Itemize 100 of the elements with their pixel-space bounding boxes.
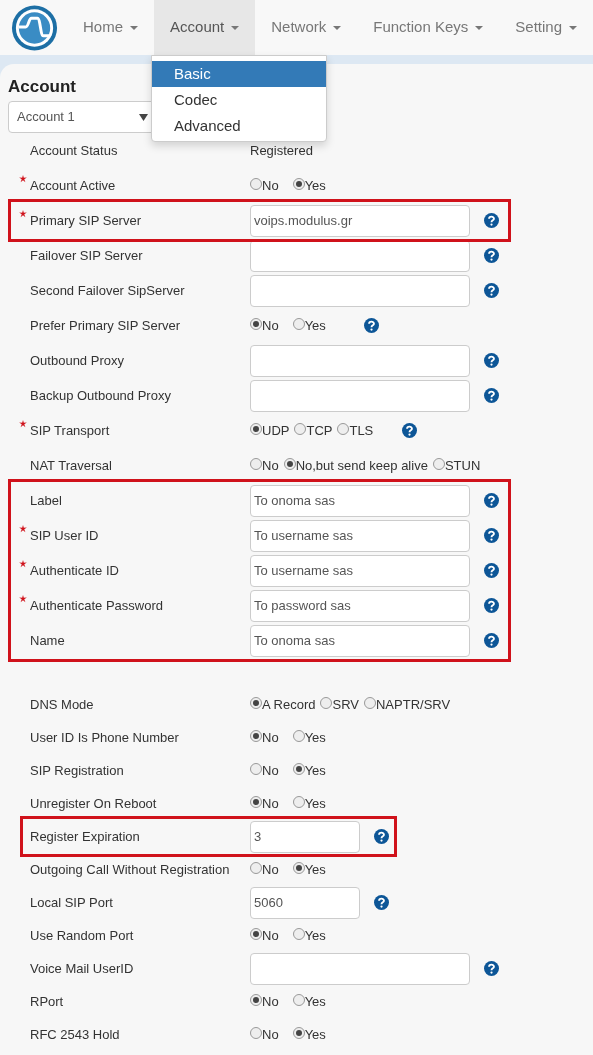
option-label[interactable]: Yes	[304, 859, 326, 880]
field-label: RFC 2543 Hold	[30, 1025, 121, 1044]
help-icon[interactable]	[374, 829, 389, 844]
radio-button[interactable]	[250, 795, 262, 808]
radio-button[interactable]	[292, 177, 305, 190]
radio-button[interactable]	[250, 927, 262, 940]
input-field[interactable]: To username sas	[250, 519, 470, 552]
input-field[interactable]	[250, 344, 470, 377]
option-label[interactable]: TCP	[306, 420, 333, 441]
radio-button[interactable]	[250, 457, 262, 470]
option-label[interactable]: A Record	[262, 694, 316, 715]
field-label: Account Active	[30, 176, 117, 195]
option-label[interactable]: No	[262, 455, 279, 476]
caret-icon	[569, 25, 577, 30]
option-label[interactable]: Yes	[304, 727, 326, 748]
radio-button[interactable]	[292, 729, 305, 742]
radio-button[interactable]	[250, 317, 262, 330]
help-icon[interactable]	[484, 353, 499, 368]
option-label[interactable]: NAPTR/SRV	[376, 694, 451, 715]
input-field[interactable]: To onoma sas	[250, 624, 470, 657]
option-label[interactable]: No	[262, 1024, 279, 1045]
option-label[interactable]: Yes	[304, 760, 326, 781]
nav-menu-item[interactable]: Setting	[499, 0, 593, 55]
dropdown-item[interactable]: Basic	[152, 61, 326, 87]
radio-button[interactable]	[283, 457, 296, 470]
radio-button[interactable]	[292, 762, 305, 775]
input-field[interactable]	[250, 239, 470, 272]
input-field[interactable]	[250, 952, 470, 985]
radio-button[interactable]	[364, 696, 376, 709]
radio-button[interactable]	[250, 422, 262, 435]
radio-button[interactable]	[320, 696, 333, 709]
radio-button[interactable]	[292, 927, 305, 940]
option-label[interactable]: No	[262, 175, 279, 196]
help-icon[interactable]	[374, 895, 389, 910]
field-label: NAT Traversal	[30, 456, 113, 475]
option-label[interactable]: No	[262, 793, 279, 814]
help-icon[interactable]	[484, 493, 499, 508]
help-icon[interactable]	[484, 283, 499, 298]
radio-button[interactable]	[432, 457, 445, 470]
help-icon[interactable]	[363, 318, 379, 333]
radio-button[interactable]	[294, 422, 307, 435]
radio-button[interactable]	[292, 993, 305, 1006]
radio-button[interactable]	[250, 696, 262, 709]
input-field[interactable]: 3	[250, 820, 360, 853]
radio-button[interactable]	[337, 422, 350, 435]
option-label[interactable]: No	[262, 925, 279, 946]
radio-button[interactable]	[292, 861, 305, 874]
help-icon[interactable]	[484, 248, 499, 263]
help-icon[interactable]	[484, 598, 499, 613]
input-field[interactable]	[250, 274, 470, 307]
input-field[interactable]: voips.modulus.gr	[250, 204, 470, 237]
help-icon[interactable]	[484, 633, 499, 648]
input-field[interactable]: To onoma sas	[250, 484, 470, 517]
dropdown-item[interactable]: Codec	[152, 87, 326, 113]
nav-menu-item[interactable]: Account	[154, 0, 256, 55]
option-label[interactable]: SRV	[332, 694, 359, 715]
field-label: Authenticate ID	[30, 561, 120, 580]
status-value: Registered	[250, 141, 313, 160]
radio-button[interactable]	[292, 317, 305, 330]
option-label[interactable]: No,but send keep alive	[295, 455, 428, 476]
help-icon[interactable]	[484, 388, 499, 403]
field-label: SIP Transport	[30, 421, 111, 440]
option-label[interactable]: Yes	[304, 1024, 326, 1045]
option-label[interactable]: Yes	[304, 175, 326, 196]
radio-button[interactable]	[250, 1026, 262, 1039]
radio-button[interactable]	[250, 861, 262, 874]
dropdown-item[interactable]: Advanced	[152, 113, 326, 139]
input-field[interactable]	[250, 379, 470, 412]
option-label[interactable]: STUN	[444, 455, 481, 476]
radio-button[interactable]	[292, 795, 305, 808]
option-label[interactable]: Yes	[304, 925, 326, 946]
caret-icon	[475, 25, 484, 30]
help-icon[interactable]	[484, 961, 499, 976]
field-label: User ID Is Phone Number	[30, 728, 180, 747]
radio-button[interactable]	[292, 1026, 305, 1039]
option-label[interactable]: No	[262, 315, 279, 336]
radio-button[interactable]	[250, 762, 262, 775]
input-field[interactable]: 5060	[250, 886, 360, 919]
radio-button[interactable]	[250, 729, 262, 742]
help-icon[interactable]	[484, 563, 499, 578]
field-label: Authenticate Password	[30, 596, 164, 615]
option-label[interactable]: UDP	[262, 420, 290, 441]
nav-menu-item[interactable]: Network	[255, 0, 358, 55]
radio-button[interactable]	[250, 177, 262, 190]
option-label[interactable]: No	[262, 760, 279, 781]
option-label[interactable]: No	[262, 727, 279, 748]
input-field[interactable]: To password sas	[250, 589, 470, 622]
input-field[interactable]: To username sas	[250, 554, 470, 587]
option-label[interactable]: No	[262, 991, 279, 1012]
option-label[interactable]: Yes	[304, 793, 326, 814]
option-label[interactable]: Yes	[304, 991, 326, 1012]
nav-menu-item[interactable]: Home	[67, 0, 155, 55]
help-icon[interactable]	[484, 528, 499, 543]
option-label[interactable]: TLS	[349, 420, 374, 441]
radio-button[interactable]	[250, 993, 262, 1006]
option-label[interactable]: Yes	[304, 315, 326, 336]
help-icon[interactable]	[402, 423, 418, 438]
nav-menu-item[interactable]: Function Keys	[357, 0, 500, 55]
help-icon[interactable]	[484, 213, 499, 228]
option-label[interactable]: No	[262, 859, 279, 880]
